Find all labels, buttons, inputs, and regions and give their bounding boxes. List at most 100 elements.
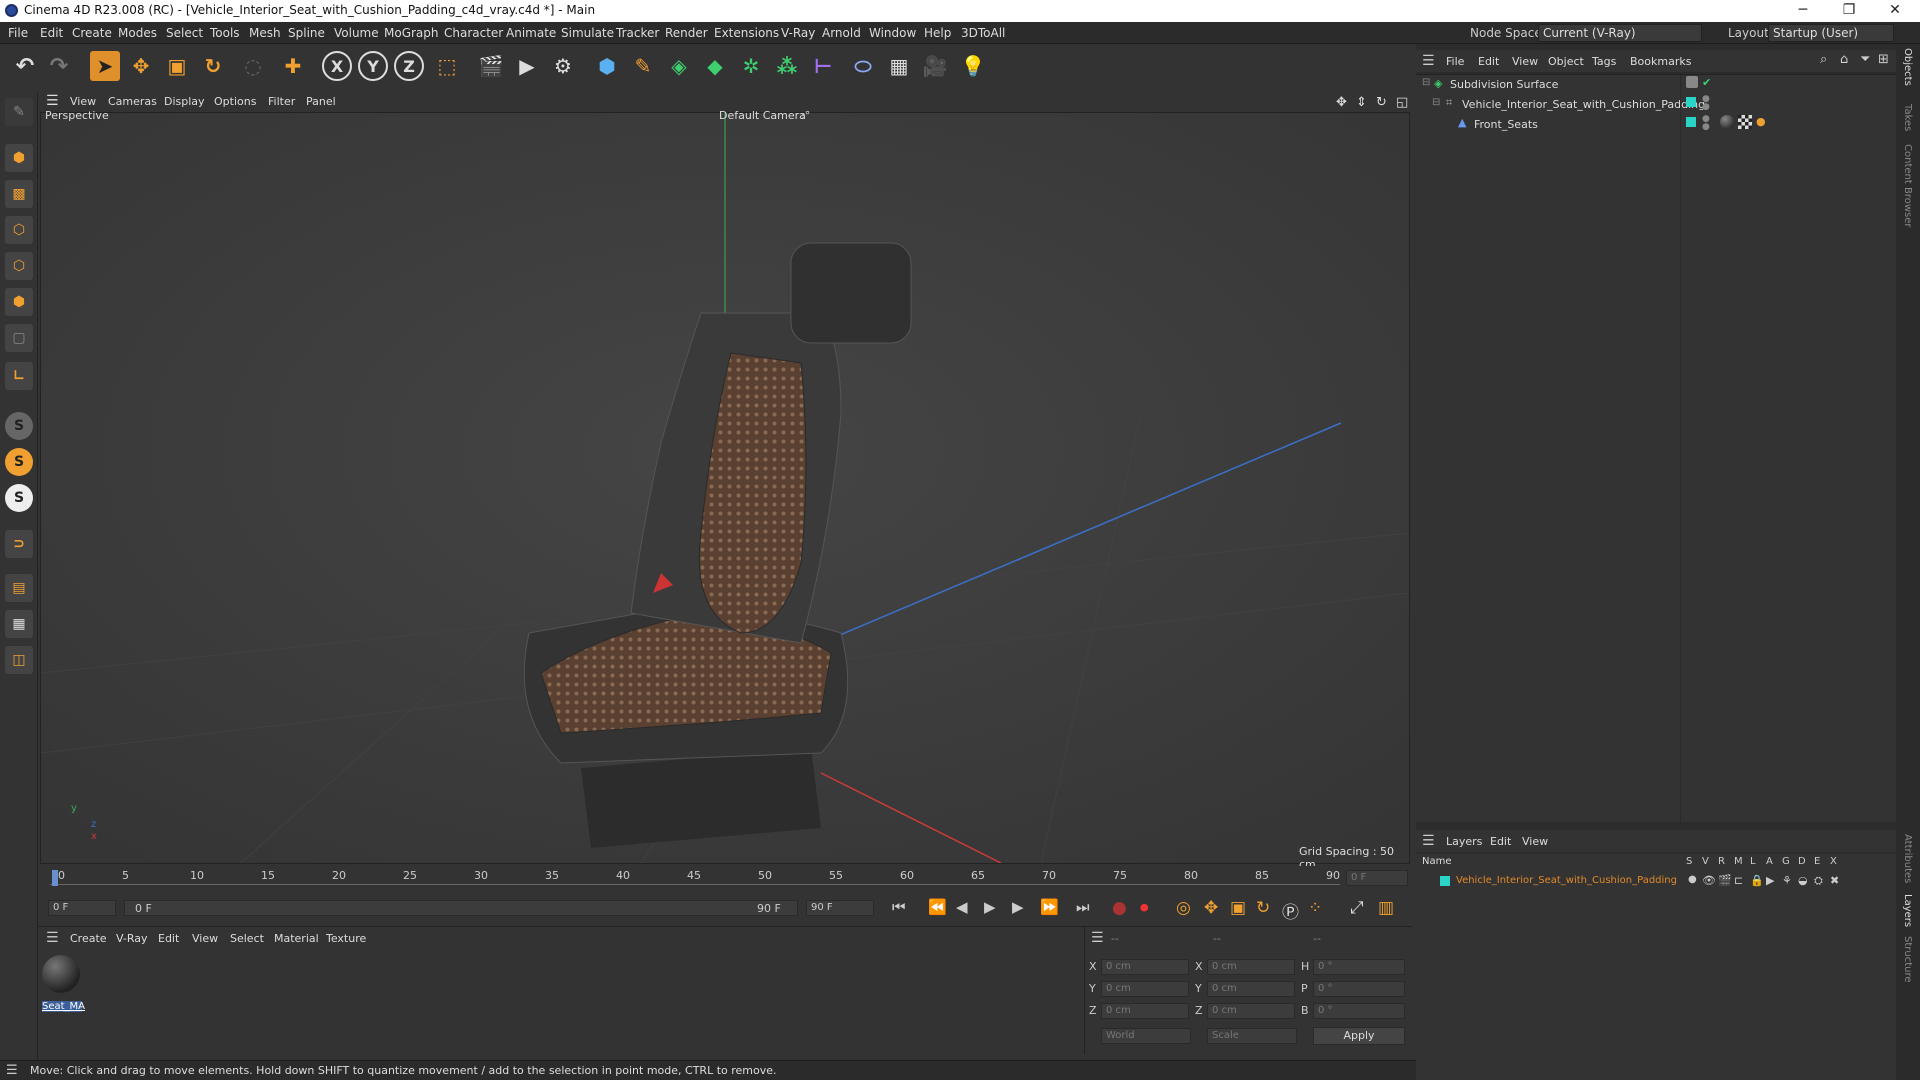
- polygon-mode-icon[interactable]: ⬢: [5, 288, 33, 316]
- objects-menu-object[interactable]: Object: [1548, 55, 1584, 68]
- timeline-window-icon[interactable]: ▥: [1378, 898, 1394, 918]
- size-z-field[interactable]: 0 cm: [1207, 1003, 1295, 1019]
- locked-workplane-icon[interactable]: ◫: [5, 646, 33, 674]
- deformer-icon[interactable]: ⬭: [848, 51, 878, 81]
- material-menu-vray[interactable]: V-Ray: [116, 932, 148, 945]
- coord-transform-dropdown[interactable]: Scale: [1207, 1028, 1297, 1044]
- objects-menu-edit[interactable]: Edit: [1478, 55, 1499, 68]
- snap-icon-2[interactable]: S: [5, 448, 33, 476]
- size-x-field[interactable]: 0 cm: [1207, 959, 1295, 975]
- menu-tools[interactable]: Tools: [210, 26, 240, 40]
- floor-icon[interactable]: ▦: [884, 51, 914, 81]
- rot-p-field[interactable]: 0 °: [1313, 981, 1405, 997]
- pos-z-field[interactable]: 0 cm: [1101, 1003, 1189, 1019]
- rot-h-field[interactable]: 0 °: [1313, 959, 1405, 975]
- subdivision-tag-icon[interactable]: [1686, 76, 1698, 88]
- material-menu-view[interactable]: View: [192, 932, 218, 945]
- menu-modes[interactable]: Modes: [118, 26, 157, 40]
- xref-icon[interactable]: ✖: [1830, 874, 1839, 887]
- rot-b-field[interactable]: 0 °: [1313, 1003, 1405, 1019]
- goto-end-icon[interactable]: ⏭: [1076, 898, 1090, 916]
- move-icon[interactable]: ✥: [126, 51, 156, 81]
- grid-icon[interactable]: ▦: [5, 610, 33, 638]
- viewport-camera[interactable]: Default Camera: [719, 109, 806, 122]
- viewport-menu-options[interactable]: Options: [214, 95, 256, 108]
- key-scale-icon[interactable]: ▣: [1230, 898, 1246, 918]
- key-pla-icon[interactable]: ⁘: [1308, 898, 1322, 918]
- viewport-menu-cameras[interactable]: Cameras: [108, 95, 157, 108]
- viewport-menu-display[interactable]: Display: [164, 95, 205, 108]
- menu-3dtoall[interactable]: 3DToAll: [961, 26, 1005, 40]
- tab-content-browser[interactable]: Content Browser: [1902, 144, 1913, 227]
- subdivision-icon[interactable]: ◈: [664, 51, 694, 81]
- viewport[interactable]: Perspective Default Camera :° Grid Spaci…: [40, 109, 1410, 871]
- lock-icon[interactable]: 🔒: [1750, 874, 1764, 887]
- object-row[interactable]: ⊟ ◈ Subdivision Surface ✔: [1416, 75, 1896, 93]
- layer-color-swatch[interactable]: [1686, 117, 1696, 127]
- maximize-button[interactable]: ❐: [1826, 0, 1872, 22]
- texture-mode-icon[interactable]: ▩: [5, 180, 33, 208]
- key-position-icon[interactable]: ✥: [1204, 898, 1218, 918]
- menu-render[interactable]: Render: [665, 26, 708, 40]
- expressions-icon[interactable]: ⛭: [1814, 874, 1823, 888]
- new-window-icon[interactable]: ⊞: [1878, 52, 1889, 67]
- vray-tag-icon[interactable]: ●: [1756, 115, 1766, 128]
- y-axis-icon[interactable]: Y: [358, 51, 388, 81]
- pen-icon[interactable]: ✎: [628, 51, 658, 81]
- size-y-field[interactable]: 0 cm: [1207, 981, 1295, 997]
- live-select-icon[interactable]: ◌: [238, 51, 268, 81]
- material-menu-texture[interactable]: Texture: [326, 932, 366, 945]
- frame-range-slider[interactable]: 0 F 90 F: [124, 900, 798, 916]
- menu-volume[interactable]: Volume: [334, 26, 379, 40]
- tab-layers[interactable]: Layers: [1902, 894, 1913, 927]
- status-hamburger-icon[interactable]: ☰: [6, 1063, 18, 1078]
- cloner-icon[interactable]: ✲: [736, 51, 766, 81]
- workplane-icon[interactable]: ▤: [5, 574, 33, 602]
- menu-character[interactable]: Character: [444, 26, 503, 40]
- objects-menu-tags[interactable]: Tags: [1592, 55, 1616, 68]
- point-mode-icon[interactable]: ⬡: [5, 216, 33, 244]
- key-parameter-icon[interactable]: Ⓟ: [1282, 898, 1299, 923]
- solo-icon[interactable]: ●: [1688, 874, 1697, 885]
- play-icon[interactable]: ▶: [984, 898, 996, 916]
- apply-button[interactable]: Apply: [1313, 1027, 1405, 1045]
- tab-takes[interactable]: Takes: [1902, 104, 1913, 131]
- material-menu-edit[interactable]: Edit: [158, 932, 179, 945]
- material-hamburger-icon[interactable]: ☰: [46, 930, 59, 946]
- objects-menu-bookmarks[interactable]: Bookmarks: [1630, 55, 1691, 68]
- array-icon[interactable]: ⁂: [772, 51, 802, 81]
- menu-simulate[interactable]: Simulate: [561, 26, 614, 40]
- menu-create[interactable]: Create: [72, 26, 112, 40]
- render-icon[interactable]: 🎬: [1718, 874, 1732, 887]
- menu-select[interactable]: Select: [166, 26, 203, 40]
- menu-help[interactable]: Help: [924, 26, 951, 40]
- view-eye-icon[interactable]: 👁: [1702, 874, 1716, 887]
- tab-objects[interactable]: Objects: [1902, 48, 1913, 86]
- home-icon[interactable]: ⌂: [1840, 52, 1848, 67]
- layers-menu-edit[interactable]: Edit: [1490, 835, 1511, 848]
- tab-structure[interactable]: Structure: [1902, 936, 1913, 983]
- objects-menu-view[interactable]: View: [1512, 55, 1538, 68]
- search-icon[interactable]: ⌕: [1820, 52, 1827, 67]
- rotate-icon[interactable]: ↻: [198, 51, 228, 81]
- objects-hamburger-icon[interactable]: ☰: [1422, 53, 1435, 69]
- menu-window[interactable]: Window: [869, 26, 916, 40]
- layer-row[interactable]: Vehicle_Interior_Seat_with_Cushion_Paddi…: [1416, 872, 1896, 890]
- uvw-tag-icon[interactable]: [1738, 115, 1752, 129]
- coord-hamburger-icon[interactable]: ☰: [1091, 930, 1104, 946]
- viewport-rotate-icon[interactable]: ↻: [1376, 95, 1387, 110]
- close-button[interactable]: ✕: [1872, 0, 1918, 22]
- viewport-menu-panel[interactable]: Panel: [306, 95, 336, 108]
- cube-icon[interactable]: ⬢: [592, 51, 622, 81]
- pos-y-field[interactable]: 0 cm: [1101, 981, 1189, 997]
- snap-icon-3[interactable]: S: [5, 484, 33, 512]
- next-key-icon[interactable]: ⏩: [1040, 898, 1059, 916]
- layers-menu-view[interactable]: View: [1522, 835, 1548, 848]
- undo-icon[interactable]: ↶: [10, 51, 40, 81]
- record-icon[interactable]: ●: [1112, 898, 1127, 918]
- menu-extensions[interactable]: Extensions: [714, 26, 779, 40]
- menu-vray[interactable]: V-Ray: [781, 26, 815, 40]
- viewport-menu-view[interactable]: View: [70, 95, 96, 108]
- camera-icon[interactable]: 🎥: [920, 51, 950, 81]
- next-frame-icon[interactable]: ▶: [1012, 898, 1024, 916]
